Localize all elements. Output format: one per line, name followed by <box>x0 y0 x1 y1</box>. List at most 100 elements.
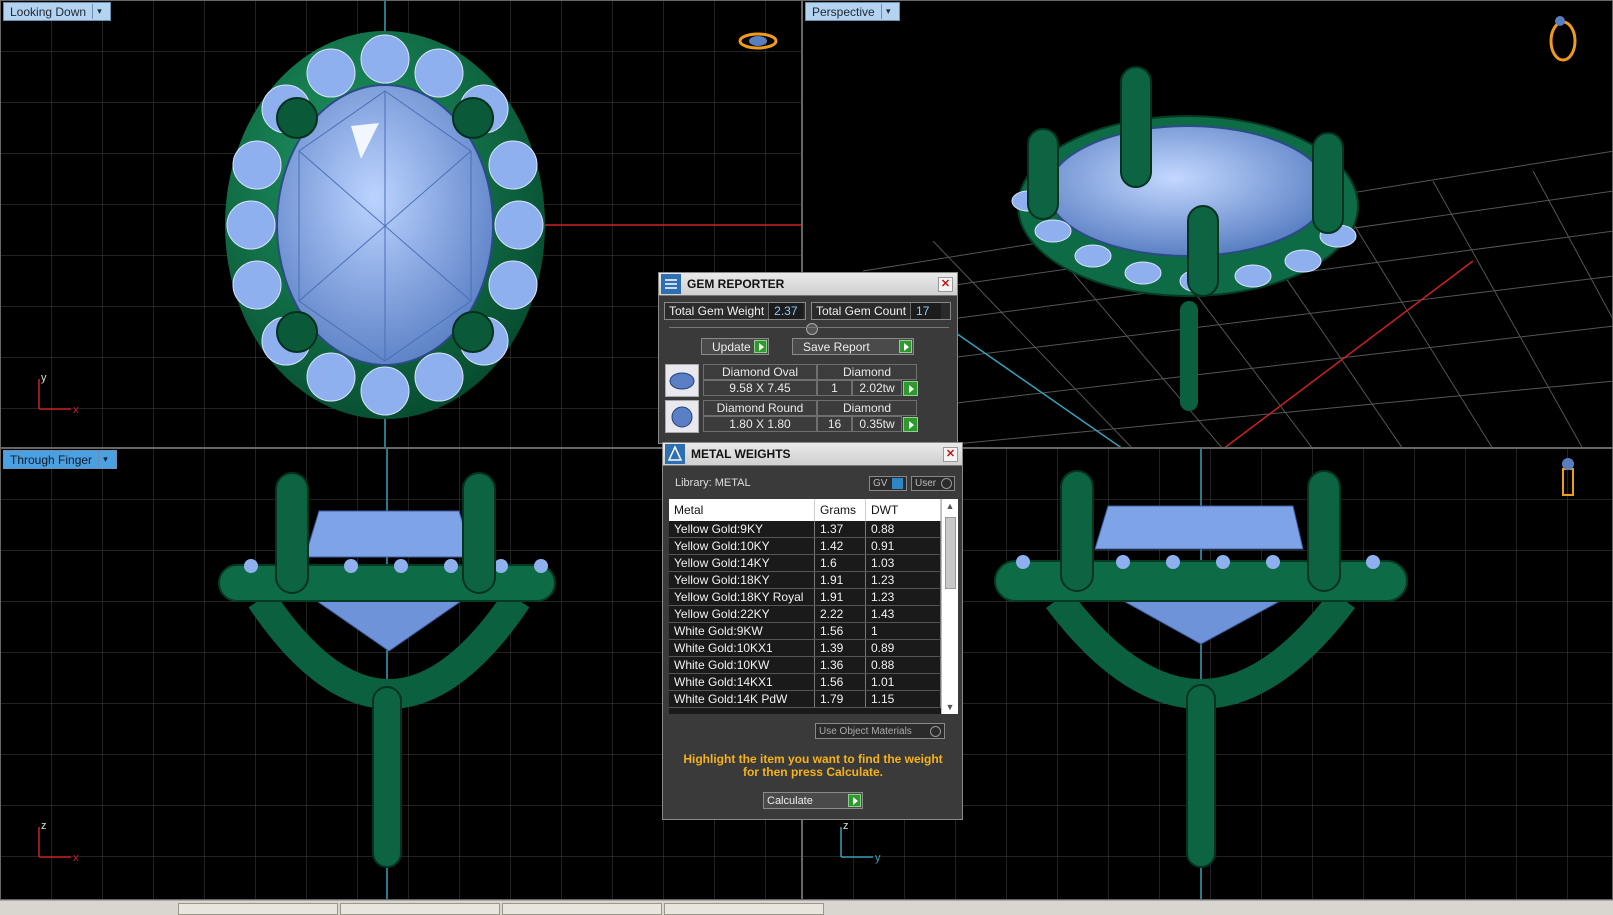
grams-cell: 1.56 <box>814 673 866 691</box>
taskbar-tab[interactable] <box>502 903 662 915</box>
dwt-cell: 1.01 <box>865 673 941 691</box>
table-row[interactable]: Yellow Gold:9KY 1.37 0.88 <box>669 521 941 538</box>
collapse-handle-icon[interactable] <box>806 323 818 335</box>
metal-table-body: Yellow Gold:9KY 1.37 0.88 Yellow Gold:10KY 1… <box>669 521 941 708</box>
gem-reporter-titlebar[interactable]: GEM REPORTER ✕ <box>659 273 957 296</box>
gem-reporter-panel[interactable]: GEM REPORTER ✕ Total Gem Weight 2.37 Tot… <box>658 272 958 444</box>
metal-name-cell: White Gold:14KX1 <box>669 673 815 691</box>
play-icon <box>899 340 912 353</box>
metal-name-cell: Yellow Gold:18KY Royal <box>669 588 815 606</box>
svg-text:z: z <box>843 820 849 832</box>
close-icon[interactable]: ✕ <box>938 277 953 292</box>
scroll-up-icon[interactable]: ▲ <box>942 499 958 513</box>
total-gem-count-value: 17 <box>910 303 942 319</box>
viewport-label-looking-down[interactable]: Looking Down ▾ <box>3 2 112 21</box>
dwt-cell: 1.03 <box>865 554 941 572</box>
oval-gem-icon <box>665 364 699 397</box>
table-row[interactable]: White Gold:9KW 1.56 1 <box>669 622 941 640</box>
table-row[interactable]: Yellow Gold:18KY 1.91 1.23 <box>669 571 941 589</box>
metal-weights-title: METAL WEIGHTS <box>691 447 791 461</box>
metal-weights-icon <box>665 444 685 464</box>
table-row[interactable]: Yellow Gold:14KY 1.6 1.03 <box>669 554 941 572</box>
total-gem-count-field: Total Gem Count 17 <box>811 302 951 320</box>
grams-cell: 1.56 <box>814 622 866 640</box>
dwt-cell: 1.43 <box>865 605 941 623</box>
close-icon[interactable]: ✕ <box>943 447 958 462</box>
taskbar-tab[interactable] <box>664 903 824 915</box>
play-icon <box>848 794 861 807</box>
metal-weights-panel[interactable]: METAL WEIGHTS ✕ Library: METAL GV User M… <box>662 442 963 820</box>
table-row[interactable]: White Gold:10KW 1.36 0.88 <box>669 656 941 674</box>
grams-cell: 1.36 <box>814 656 866 674</box>
grams-cell: 1.6 <box>814 554 866 572</box>
taskbar <box>0 900 1613 915</box>
viewport-label-perspective[interactable]: Perspective ▾ <box>805 2 900 21</box>
table-row[interactable]: Yellow Gold:22KY 2.22 1.43 <box>669 605 941 623</box>
table-row[interactable]: White Gold:14K PdW 1.79 1.15 <box>669 690 941 708</box>
toggle-on-icon <box>892 478 904 489</box>
chevron-down-icon[interactable]: ▾ <box>880 4 895 19</box>
scroll-down-icon[interactable]: ▼ <box>942 700 958 714</box>
metal-name-cell: Yellow Gold:22KY <box>669 605 815 623</box>
user-toggle[interactable]: User <box>911 476 955 491</box>
viewport-label-through-finger[interactable]: Through Finger ▾ <box>3 450 118 469</box>
table-row[interactable]: White Gold:10KX1 1.39 0.89 <box>669 639 941 657</box>
toggle-off-icon <box>930 726 941 737</box>
dwt-cell: 0.88 <box>865 521 941 538</box>
table-row[interactable]: Yellow Gold:10KY 1.42 0.91 <box>669 537 941 555</box>
library-label: Library: METAL <box>675 477 751 489</box>
grams-cell: 1.91 <box>814 571 866 589</box>
metal-table[interactable]: Metal Grams DWT Yellow Gold:9KY 1.37 0.88 Y… <box>669 499 958 714</box>
dwt-cell: 1.23 <box>865 588 941 606</box>
calculate-button[interactable]: Calculate <box>763 792 863 809</box>
grams-cell: 1.42 <box>814 537 866 555</box>
chevron-down-icon[interactable]: ▾ <box>92 4 106 19</box>
grams-cell: 1.39 <box>814 639 866 657</box>
svg-text:y: y <box>41 372 47 384</box>
chevron-down-icon[interactable]: ▾ <box>98 452 112 467</box>
metal-table-scrollbar[interactable]: ▲ ▼ <box>941 499 958 714</box>
grams-cell: 1.37 <box>814 521 866 538</box>
axis-triad: z x <box>38 820 79 864</box>
metal-name-cell: White Gold:10KX1 <box>669 639 815 657</box>
gem-row[interactable]: Diamond Round Diamond 1.80 X 1.80 16 0.3… <box>665 400 918 434</box>
metal-name-cell: Yellow Gold:18KY <box>669 571 815 589</box>
svg-text:x: x <box>73 852 79 864</box>
metal-name-cell: Yellow Gold:10KY <box>669 537 815 555</box>
ring-view-icon <box>1549 16 1577 62</box>
column-header-metal[interactable]: Metal <box>669 499 815 521</box>
metal-name-cell: Yellow Gold:14KY <box>669 554 815 572</box>
play-icon <box>754 340 767 353</box>
svg-text:x: x <box>73 404 79 416</box>
taskbar-tab[interactable] <box>340 903 500 915</box>
axis-triad: z y <box>840 820 881 864</box>
table-row[interactable]: Yellow Gold:18KY Royal 1.91 1.23 <box>669 588 941 606</box>
column-header-grams[interactable]: Grams <box>814 499 866 521</box>
dwt-cell: 0.89 <box>865 639 941 657</box>
dwt-cell: 0.88 <box>865 656 941 674</box>
round-gem-icon <box>665 400 699 433</box>
gem-reporter-icon <box>661 274 681 294</box>
gv-toggle[interactable]: GV <box>869 476 907 491</box>
svg-text:z: z <box>41 820 47 832</box>
dwt-cell: 0.91 <box>865 537 941 555</box>
use-object-materials-toggle[interactable]: Use Object Materials <box>815 723 945 739</box>
select-gem-button[interactable] <box>903 381 918 396</box>
save-report-button[interactable]: Save Report <box>792 338 914 355</box>
taskbar-tab[interactable] <box>178 903 338 915</box>
svg-text:y: y <box>875 852 881 864</box>
grams-cell: 1.79 <box>814 690 866 708</box>
gem-row[interactable]: Diamond Oval Diamond 9.58 X 7.45 1 2.02t… <box>665 364 918 398</box>
toggle-off-icon <box>941 478 953 489</box>
metal-name-cell: White Gold:9KW <box>669 622 815 640</box>
table-row[interactable]: White Gold:14KX1 1.56 1.01 <box>669 673 941 691</box>
select-gem-button[interactable] <box>903 417 918 432</box>
total-gem-weight-value: 2.37 <box>768 303 803 319</box>
metal-weights-titlebar[interactable]: METAL WEIGHTS ✕ <box>663 443 962 466</box>
grams-cell: 2.22 <box>814 605 866 623</box>
column-header-dwt[interactable]: DWT <box>865 499 941 521</box>
axis-triad: y x <box>38 372 79 416</box>
scroll-thumb[interactable] <box>945 517 956 589</box>
update-button[interactable]: Update <box>701 338 769 355</box>
dwt-cell: 1.15 <box>865 690 941 708</box>
